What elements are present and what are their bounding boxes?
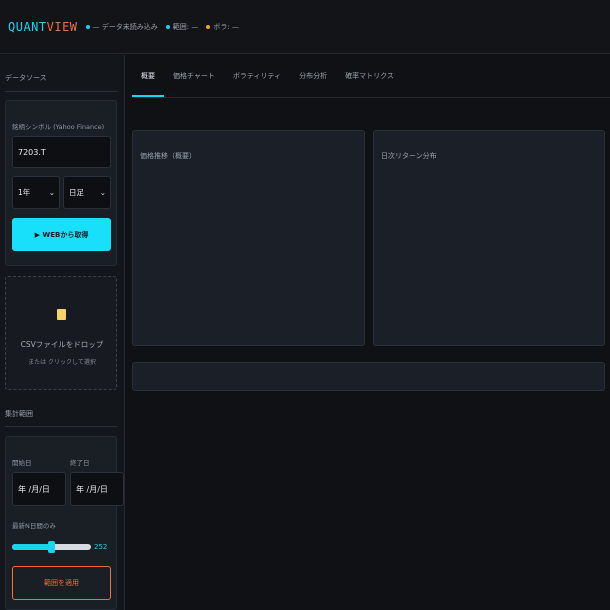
interval-select-value: 日足 (69, 188, 84, 197)
tab-overview[interactable]: 概要 (132, 55, 164, 97)
folder-icon (57, 309, 66, 320)
period-select[interactable]: 1年 ⌄ (12, 176, 60, 209)
recent-days-label: 最新N日間のみ (12, 522, 56, 530)
symbol-input[interactable]: 7203.T (12, 136, 111, 168)
divider (5, 91, 118, 92)
end-date-input[interactable]: 年 /月/日 (70, 472, 124, 506)
status-data: — データ未読み込み (85, 22, 158, 32)
status-vol: ボラ: — (206, 22, 239, 32)
data-source-title: データソース (5, 74, 47, 82)
status-range-text: 範囲: — (172, 22, 199, 31)
price-overview-card: 価格推移（概要） (132, 130, 365, 346)
apply-range-button[interactable]: 範囲を適用 (12, 566, 111, 600)
app-header: QUANTVIEW — データ未読み込み 範囲: — ボラ: — (0, 0, 610, 54)
tab-probability-matrix[interactable]: 確率マトリクス (336, 55, 403, 97)
recent-days-value: 252 (94, 543, 108, 551)
chevron-down-icon: ⌄ (48, 188, 55, 197)
end-date-label: 終了日 (70, 459, 90, 467)
tab-price-chart[interactable]: 価格チャート (164, 55, 224, 97)
status-vol-text: ボラ: — (213, 22, 239, 31)
drop-subtitle: または クリックして選択 (28, 359, 96, 366)
interval-select[interactable]: 日足 ⌄ (63, 176, 111, 209)
start-date-input[interactable]: 年 /月/日 (12, 472, 66, 506)
period-select-value: 1年 (18, 188, 31, 197)
fetch-web-button[interactable]: ▶ WEBから取得 (12, 218, 111, 251)
status-range: 範囲: — (165, 22, 199, 32)
main-content: 概要 価格チャート ボラティリティ 分布分析 確率マトリクス 価格推移（概要） … (126, 55, 610, 610)
tab-bar: 概要 価格チャート ボラティリティ 分布分析 確率マトリクス (132, 55, 403, 97)
status-dot-icon (85, 24, 90, 29)
symbol-label: 銘柄シンボル (Yahoo Finance) (12, 123, 105, 131)
slider-fill (12, 544, 52, 550)
tab-distribution[interactable]: 分布分析 (290, 55, 336, 97)
sidebar: データソース 銘柄シンボル (Yahoo Finance) 7203.T 1年 … (0, 55, 125, 610)
divider (5, 426, 118, 427)
tabs-divider (132, 97, 610, 98)
summary-card (132, 362, 605, 391)
range-panel: 開始日 終了日 年 /月/日 年 /月/日 最新N日間のみ 252 範囲を適用 (5, 436, 124, 610)
app-logo: QUANTVIEW (8, 20, 78, 34)
csv-dropzone[interactable]: CSVファイルをドロップ または クリックして選択 (5, 276, 117, 390)
daily-returns-title: 日次リターン分布 (381, 152, 437, 160)
price-overview-title: 価格推移（概要） (140, 152, 196, 160)
status-bar: — データ未読み込み 範囲: — ボラ: — (85, 22, 247, 32)
status-dot-icon (206, 24, 211, 29)
status-dot-icon (165, 24, 170, 29)
drop-title: CSVファイルをドロップ (20, 340, 104, 349)
range-title: 集計範囲 (5, 410, 33, 418)
status-data-text: — データ未読み込み (92, 22, 158, 31)
start-date-label: 開始日 (12, 459, 32, 467)
logo-text-view: VIEW (46, 19, 78, 34)
tab-volatility[interactable]: ボラティリティ (224, 55, 290, 97)
logo-text-quant: QUANT (8, 19, 47, 34)
chevron-down-icon: ⌄ (99, 188, 106, 197)
daily-returns-card: 日次リターン分布 (373, 130, 605, 346)
slider-handle[interactable] (48, 541, 55, 553)
fetch-panel: 銘柄シンボル (Yahoo Finance) 7203.T 1年 ⌄ 日足 ⌄ … (5, 100, 117, 266)
